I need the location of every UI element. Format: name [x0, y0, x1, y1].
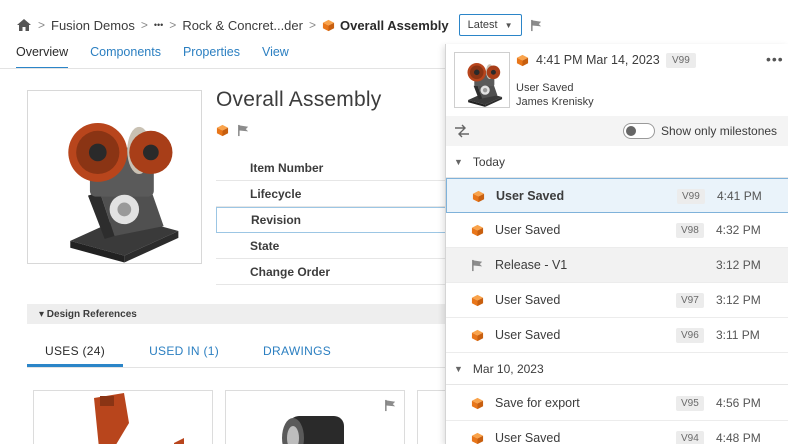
version-thumbnail: [454, 52, 510, 108]
design-cube-icon: [471, 329, 484, 342]
property-state: State: [216, 233, 446, 259]
property-list: Item Number Lifecycle Revision State Cha…: [216, 155, 446, 285]
property-revision[interactable]: Revision: [216, 207, 446, 233]
design-cube-icon: [516, 54, 529, 67]
tab-components[interactable]: Components: [90, 45, 161, 69]
version-badge: V99: [677, 189, 705, 204]
chevron-down-icon: ▼: [454, 156, 463, 167]
version-badge: V96: [676, 328, 704, 343]
home-icon[interactable]: [16, 18, 32, 32]
design-cube-icon: [471, 294, 484, 307]
milestone-row[interactable]: Release - V1 3:12 PM: [446, 248, 788, 283]
title-icons: [216, 124, 250, 137]
chevron-down-icon: ▼: [454, 363, 463, 374]
chevron-right-icon: >: [38, 18, 46, 32]
component-thumbnail-image: [282, 416, 344, 444]
version-group-label: Today: [472, 154, 505, 169]
tab-properties[interactable]: Properties: [183, 45, 240, 69]
version-row-label: User Saved: [496, 189, 565, 203]
current-version-header: 4:41 PM Mar 14, 2023 V99 ••• User Saved …: [446, 44, 788, 116]
version-time: 4:41 PM: [717, 189, 762, 203]
property-item-number: Item Number: [216, 155, 446, 181]
version-group-label: Mar 10, 2023: [472, 361, 544, 376]
more-options-icon[interactable]: •••: [766, 51, 784, 67]
version-row[interactable]: Save for export V95 4:56 PM: [446, 386, 788, 421]
tab-used-in[interactable]: USED IN (1): [131, 334, 237, 367]
version-badge: V94: [676, 431, 704, 444]
reference-card[interactable]: [33, 390, 213, 444]
version-action: User Saved: [516, 82, 574, 94]
caret-down-icon: ▼: [504, 20, 513, 30]
breadcrumb-ellipsis[interactable]: •••: [154, 20, 163, 30]
version-badge: V98: [676, 223, 704, 238]
tab-drawings[interactable]: DRAWINGS: [245, 334, 349, 367]
version-row[interactable]: User Saved V96 3:11 PM: [446, 318, 788, 353]
version-row-label: User Saved: [495, 293, 561, 307]
tab-view[interactable]: View: [262, 45, 289, 69]
version-row-label: Save for export: [495, 396, 580, 410]
version-group-today[interactable]: ▼ Today: [446, 146, 788, 178]
breadcrumb-folder[interactable]: Rock & Concret...der: [182, 18, 303, 33]
design-cube-icon: [471, 432, 484, 444]
tab-overview[interactable]: Overview: [16, 45, 69, 69]
version-time: 4:56 PM: [716, 396, 761, 410]
version-toolbar: Show only milestones: [446, 116, 788, 146]
version-row-label: User Saved: [495, 223, 561, 237]
version-time: 4:32 PM: [716, 223, 761, 237]
property-lifecycle: Lifecycle: [216, 181, 446, 207]
breadcrumb-current: Overall Assembly: [339, 17, 449, 33]
breadcrumb-project[interactable]: Fusion Demos: [51, 18, 135, 33]
version-row[interactable]: User Saved V98 4:32 PM: [446, 213, 788, 248]
version-row-label: Release - V1: [495, 258, 568, 272]
design-thumbnail[interactable]: [27, 90, 202, 264]
version-row-label: User Saved: [495, 431, 561, 444]
version-row-label: User Saved: [495, 328, 561, 342]
version-time: 3:12 PM: [716, 258, 761, 272]
tab-uses[interactable]: USES (24): [27, 334, 124, 367]
property-change-order: Change Order: [216, 259, 446, 285]
reference-card[interactable]: [225, 390, 405, 444]
design-cube-icon: [472, 190, 485, 203]
version-group-mar-10[interactable]: ▼ Mar 10, 2023: [446, 353, 788, 385]
page-title: Overall Assembly: [216, 88, 382, 111]
chevron-right-icon: >: [140, 18, 148, 32]
chevron-right-icon: >: [169, 18, 177, 32]
assembly-preview-image: [455, 53, 509, 107]
compare-versions-icon[interactable]: [454, 124, 470, 138]
milestones-toggle-label: Show only milestones: [661, 124, 778, 138]
version-badge: V99: [666, 53, 696, 68]
toggle-knob: [626, 126, 636, 136]
references-tabs: USES (24) USED IN (1) DRAWINGS: [27, 334, 447, 368]
version-author: James Krenisky: [516, 96, 594, 108]
version-selector-label: Latest: [467, 19, 498, 31]
version-selector-button[interactable]: Latest ▼: [458, 14, 522, 36]
component-thumbnail-image: [94, 393, 184, 444]
main-tabs: Overview Components Properties View: [16, 45, 311, 69]
milestone-flag-icon[interactable]: [530, 19, 543, 32]
milestone-flag-icon: [471, 259, 484, 272]
version-row[interactable]: User Saved V97 3:12 PM: [446, 283, 788, 318]
version-row[interactable]: User Saved V99 4:41 PM: [446, 178, 788, 213]
version-history-panel: 4:41 PM Mar 14, 2023 V99 ••• User Saved …: [445, 44, 788, 444]
design-cube-icon: [216, 124, 229, 137]
design-references-header[interactable]: ▾ Design References: [27, 304, 447, 324]
version-timestamp: 4:41 PM Mar 14, 2023: [536, 53, 660, 67]
milestone-flag-icon[interactable]: [237, 124, 250, 137]
milestone-flag-icon: [384, 399, 397, 412]
version-badge: V97: [676, 293, 704, 308]
breadcrumb: > Fusion Demos > ••• > Rock & Concret...…: [0, 0, 788, 50]
version-time: 4:48 PM: [716, 431, 761, 444]
design-cube-icon: [471, 397, 484, 410]
design-cube-icon: [471, 224, 484, 237]
milestones-toggle[interactable]: [623, 123, 655, 139]
assembly-preview-image: [28, 91, 201, 263]
version-badge: V95: [676, 396, 704, 411]
tabs-divider: [0, 68, 445, 69]
chevron-right-icon: >: [308, 18, 316, 32]
version-time: 3:12 PM: [716, 293, 761, 307]
design-cube-icon: [322, 19, 335, 32]
version-time: 3:11 PM: [716, 328, 760, 342]
version-row[interactable]: User Saved V94 4:48 PM: [446, 421, 788, 444]
